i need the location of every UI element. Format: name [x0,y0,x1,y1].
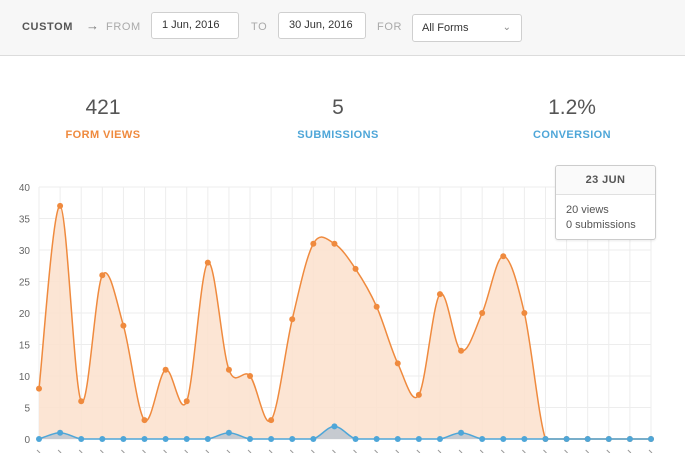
y-tick-label: 10 [19,372,31,383]
y-tick-label: 15 [19,341,31,352]
views-data-point [268,417,275,424]
conversion-label[interactable]: CONVERSION [482,129,662,141]
submissions-data-point [225,429,232,436]
views-data-point [162,366,169,373]
tooltip-submissions: 0 submissions [566,219,636,231]
for-label: FOR [377,21,403,33]
submissions-data-point [162,436,169,442]
to-date-input[interactable]: 30 Jun, 2016 [278,12,366,39]
y-tick-label: 30 [19,246,31,257]
submissions-value: 5 [332,96,344,119]
views-data-point [99,272,106,279]
form-views-label[interactable]: FORM VIEWS [13,129,193,141]
submissions-data-point [99,436,106,442]
range-type-label[interactable]: CUSTOM [22,21,73,33]
y-tick-label: 0 [24,435,30,446]
submissions-data-point [521,436,528,442]
submissions-data-point [584,436,591,442]
from-date-input[interactable]: 1 Jun, 2016 [151,12,239,39]
views-data-point [415,391,422,398]
from-label: FROM [106,21,141,33]
arrow-icon: → [86,18,99,33]
submissions-data-point [247,436,254,442]
submissions-data-point [289,436,296,442]
y-tick-label: 5 [24,404,30,415]
submissions-data-point [268,436,275,442]
views-data-point [458,347,465,354]
submissions-data-point [78,436,85,442]
views-data-point [352,265,359,272]
submissions-data-point [563,436,570,442]
submissions-data-point [310,436,317,442]
views-data-point [183,398,190,405]
submissions-data-point [458,429,465,436]
views-data-point [436,291,443,298]
submissions-data-point [394,436,401,442]
views-data-point [373,303,380,310]
form-select[interactable]: All Forms ⌄ [412,14,522,42]
submissions-data-point [479,436,486,442]
views-data-point [141,417,148,424]
submissions-data-point [204,436,211,442]
y-tick-label: 20 [19,309,31,320]
filter-bar: CUSTOM → FROM 1 Jun, 2016 TO 30 Jun, 201… [0,0,685,56]
views-data-point [57,202,64,209]
submissions-data-point [648,436,654,442]
views-data-point [394,360,401,367]
submissions-data-point [183,436,190,442]
submissions-label[interactable]: SUBMISSIONS [248,129,428,141]
y-tick-label: 25 [19,278,31,289]
views-data-point [521,310,528,316]
form-views-stat: 421 FORM VIEWS [13,96,193,141]
submissions-data-point [373,436,380,442]
submissions-stat: 5 SUBMISSIONS [248,96,428,141]
tooltip-date: 23 JUN [556,166,655,195]
submissions-data-point [500,436,507,442]
chevron-down-icon: ⌄ [502,22,511,33]
conversion-value: 1.2% [548,96,596,119]
views-data-point [78,398,85,405]
views-data-point [331,240,338,247]
views-data-point [310,240,317,247]
y-tick-label: 40 [19,183,31,194]
views-data-point [247,373,254,379]
views-data-point [500,253,507,260]
submissions-data-point [331,423,338,430]
chart-tooltip: 23 JUN 20 views 0 submissions [555,165,656,240]
form-views-value: 421 [85,96,121,119]
conversion-stat: 1.2% CONVERSION [482,96,662,141]
submissions-data-point [415,436,422,442]
submissions-data-point [57,429,64,436]
to-label: TO [251,21,268,33]
views-data-point [120,322,127,329]
views-data-point [204,259,211,266]
views-data-point [36,385,42,392]
submissions-data-point [542,436,549,442]
views-data-point [225,366,232,373]
submissions-data-point [626,436,633,442]
submissions-data-point [120,436,127,442]
form-select-value: All Forms [422,22,469,34]
views-series-area [39,205,651,439]
submissions-data-point [352,436,359,442]
views-data-point [289,316,296,323]
submissions-data-point [36,436,42,442]
submissions-data-point [605,436,612,442]
tooltip-views: 20 views [566,204,609,216]
submissions-data-point [141,436,148,442]
submissions-data-point [436,436,443,442]
y-tick-label: 35 [19,215,31,226]
views-data-point [479,310,486,316]
